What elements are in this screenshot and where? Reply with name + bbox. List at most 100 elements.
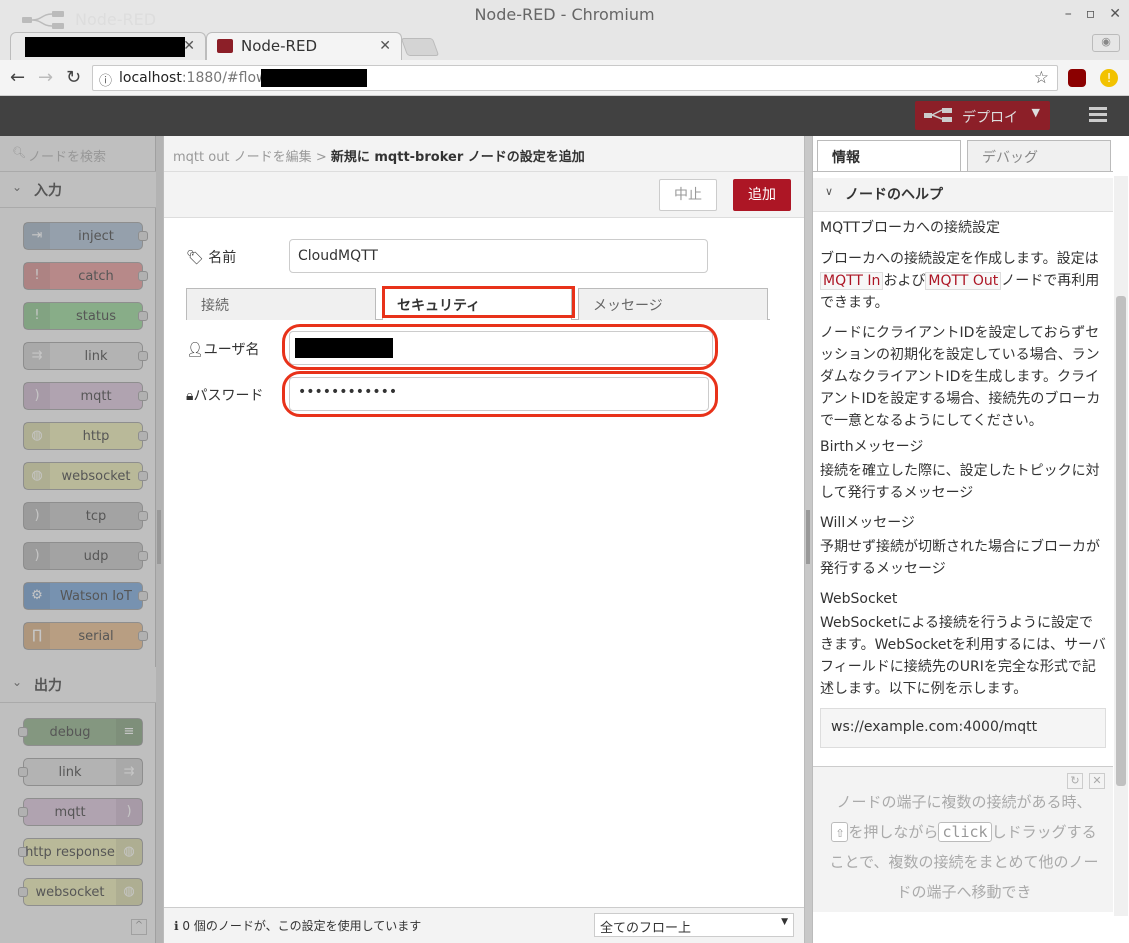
highlight-password bbox=[282, 371, 718, 417]
tab-label: 情報 bbox=[832, 150, 860, 166]
highlight-username bbox=[282, 324, 718, 370]
tab-label: メッセージ bbox=[593, 298, 663, 314]
redacted-tab-title bbox=[25, 37, 185, 57]
name-label-text: 名前 bbox=[208, 250, 237, 266]
add-button[interactable]: 追加 bbox=[733, 179, 791, 211]
tab-label: 接続 bbox=[201, 298, 229, 314]
url-host: localhost bbox=[119, 70, 182, 86]
node-red-logo-icon bbox=[22, 11, 64, 29]
tab-connection[interactable]: 接続 bbox=[186, 288, 376, 320]
help-title: MQTTブローカへの接続設定 bbox=[820, 220, 1000, 236]
highlight-security-tab bbox=[382, 286, 575, 318]
menu-icon[interactable] bbox=[1089, 107, 1107, 123]
minimize-icon[interactable]: – bbox=[1065, 6, 1072, 22]
name-value: CloudMQTT bbox=[298, 248, 378, 264]
username-label-text: ユーザ名 bbox=[203, 342, 260, 358]
forward-icon[interactable]: → bbox=[38, 67, 53, 88]
tip-text: ノードの端子に複数の接続がある時、⇧ を押しながら click しドラッグすることで、… bbox=[829, 787, 1099, 907]
caret-down-icon[interactable]: ▼ bbox=[1032, 106, 1040, 119]
address-bar: ← → ↻ ⓘ localhost:1880/#flow/ ☆ ! bbox=[0, 60, 1129, 96]
name-label: 🏷︎ 名前 bbox=[186, 247, 236, 267]
reload-icon[interactable]: ↻ bbox=[66, 67, 81, 88]
browser-tab-node-red[interactable]: Node-RED ✕ bbox=[206, 32, 402, 60]
scrollbar-thumb[interactable] bbox=[1116, 296, 1126, 786]
help-paragraph-2: ノードにクライアントIDを設定しておらずセッションの初期化を設定している場合、ラ… bbox=[820, 325, 1101, 429]
back-icon[interactable]: ← bbox=[10, 67, 25, 88]
tab-label: Node-RED bbox=[241, 37, 318, 55]
user-icon: 👤︎ bbox=[186, 342, 204, 358]
window-controls: – ▫ ✕ bbox=[1065, 6, 1121, 22]
tab-label: デバッグ bbox=[982, 150, 1038, 166]
info-circle-icon: ℹ bbox=[174, 919, 179, 933]
cancel-button[interactable]: 中止 bbox=[659, 179, 717, 211]
close-tab-icon[interactable]: ✕ bbox=[183, 38, 195, 54]
info-sidebar: 情報 デバッグ ∨ ノードのヘルプ MQTTブローカへの接続設定 ブローカへの接… bbox=[812, 136, 1129, 943]
window-titlebar: Node-RED - Chromium bbox=[0, 0, 1129, 30]
shift-key: ⇧ bbox=[831, 822, 849, 842]
url-path: :1880/#flow/ bbox=[181, 70, 273, 86]
breadcrumb-current: 新規に mqtt-broker ノードの設定を追加 bbox=[330, 150, 585, 165]
tray-footer: ℹ 0 個のノードが、この設定を使用しています 全てのフロー上 ▼ bbox=[164, 907, 804, 943]
breadcrumb: mqtt out ノードを編集 > 新規に mqtt-broker ノードの設定… bbox=[173, 146, 585, 165]
help-paragraph-1: ブローカへの接続設定を作成します。設定はMQTT In および MQTT Out ノー… bbox=[820, 248, 1106, 314]
tab-messages[interactable]: メッセージ bbox=[578, 288, 768, 320]
sidebar-resize-handle[interactable] bbox=[806, 510, 810, 564]
palette-dim-overlay bbox=[0, 136, 163, 943]
tab-bar: ✕ Node-RED ✕ ◉ bbox=[0, 30, 1129, 60]
websocket-example: ws://example.com:4000/mqtt bbox=[820, 708, 1106, 748]
maximize-icon[interactable]: ▫ bbox=[1086, 6, 1096, 22]
deploy-icon bbox=[924, 108, 952, 122]
name-input[interactable]: CloudMQTT bbox=[289, 239, 708, 273]
node-red-favicon-icon bbox=[217, 39, 233, 53]
tray-breadcrumb: mqtt out ノードを編集 > 新規に mqtt-broker ノードの設定… bbox=[164, 136, 804, 172]
palette-resize-handle[interactable] bbox=[157, 510, 161, 564]
deploy-button[interactable]: デプロイ ▼ bbox=[915, 101, 1050, 130]
tab-debug[interactable]: デバッグ bbox=[967, 140, 1111, 172]
tray-toolbar: 中止 追加 bbox=[164, 172, 804, 218]
browser-tab-1[interactable]: ✕ bbox=[10, 32, 206, 60]
warning-icon[interactable]: ! bbox=[1100, 69, 1118, 87]
click-key: click bbox=[938, 822, 992, 842]
deploy-label: デプロイ bbox=[962, 110, 1018, 126]
scope-select[interactable]: 全てのフロー上 ▼ bbox=[594, 913, 794, 937]
close-window-icon[interactable]: ✕ bbox=[1109, 6, 1121, 22]
scope-value: 全てのフロー上 bbox=[600, 921, 692, 936]
app-title: Node-RED bbox=[75, 10, 157, 29]
close-tab-icon[interactable]: ✕ bbox=[379, 38, 391, 54]
new-tab-button[interactable] bbox=[400, 38, 440, 56]
bookmark-star-icon[interactable]: ☆ bbox=[1034, 68, 1049, 88]
tag-icon: 🏷︎ bbox=[186, 250, 204, 266]
will-title: Willメッセージ bbox=[820, 515, 915, 531]
birth-text: 接続を確立した際に、設定したトピックに対して発行するメッセージ bbox=[820, 463, 1100, 501]
url-field[interactable]: ⓘ localhost:1880/#flow/ ☆ bbox=[92, 65, 1058, 91]
tip-text-part: ノードの端子に複数の接続がある時、 bbox=[836, 793, 1092, 811]
caret-down-icon: ▼ bbox=[781, 917, 788, 927]
help-text: および bbox=[883, 273, 926, 289]
password-label-text: パスワード bbox=[193, 388, 264, 404]
username-label: 👤︎ユーザ名 bbox=[186, 339, 260, 359]
breadcrumb-separator: > bbox=[315, 150, 327, 165]
redacted-flow-id bbox=[261, 69, 367, 87]
code-mqtt-in: MQTT In bbox=[820, 272, 884, 290]
help-text: ブローカへの接続設定を作成します。設定は bbox=[820, 251, 1099, 267]
url-text: localhost:1880/#flow/ bbox=[119, 70, 272, 86]
code-mqtt-out: MQTT Out bbox=[925, 272, 1002, 290]
info-icon[interactable]: ⓘ bbox=[99, 70, 112, 89]
tip-text-part: を押しながら bbox=[848, 823, 939, 841]
tab-info[interactable]: 情報 bbox=[817, 140, 961, 172]
tips-box: ↻ ✕ ノードの端子に複数の接続がある時、⇧ を押しながら click しドラッグする… bbox=[813, 766, 1113, 912]
help-section-header[interactable]: ∨ ノードのヘルプ bbox=[813, 178, 1113, 212]
websocket-title: WebSocket bbox=[820, 591, 898, 607]
websocket-example-value: ws://example.com:4000/mqtt bbox=[831, 719, 1038, 735]
chevron-down-icon: ∨ bbox=[825, 185, 834, 198]
help-header-label: ノードのヘルプ bbox=[845, 187, 943, 203]
password-label: 🔒︎パスワード bbox=[186, 385, 263, 405]
tabs-divider bbox=[813, 171, 1113, 172]
birth-title: Birthメッセージ bbox=[820, 439, 924, 455]
ublock-icon[interactable] bbox=[1068, 69, 1086, 87]
profile-icon[interactable]: ◉ bbox=[1092, 34, 1120, 52]
breadcrumb-prev[interactable]: mqtt out ノードを編集 bbox=[173, 150, 312, 165]
usage-text-value: 0 個のノードが、この設定を使用しています bbox=[182, 919, 422, 933]
window-title: Node-RED - Chromium bbox=[474, 5, 655, 24]
sidebar-scrollbar[interactable] bbox=[1114, 176, 1128, 916]
